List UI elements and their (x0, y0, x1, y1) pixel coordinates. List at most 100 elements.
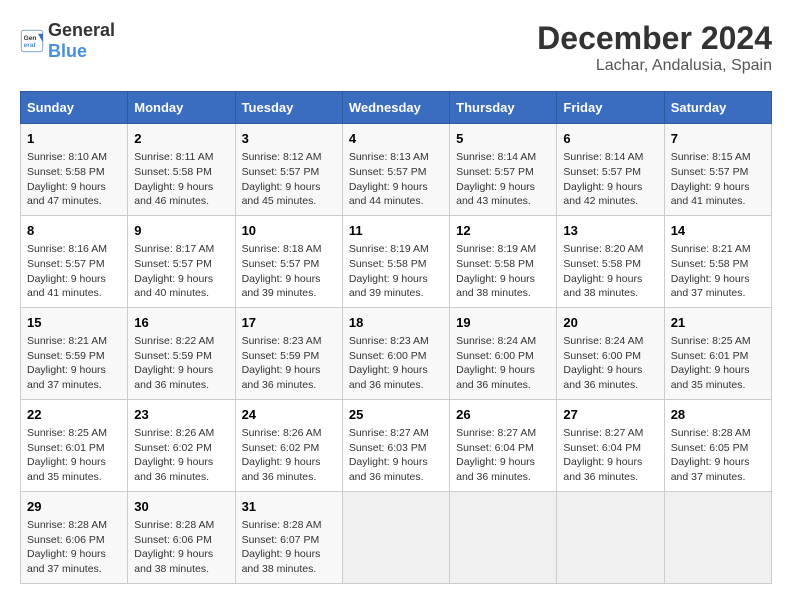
day-number: 13 (563, 222, 657, 240)
day-info: Sunrise: 8:15 AM Sunset: 5:57 PM Dayligh… (671, 150, 765, 209)
day-number: 19 (456, 314, 550, 332)
calendar-cell: 25 Sunrise: 8:27 AM Sunset: 6:03 PM Dayli… (342, 399, 449, 491)
day-info: Sunrise: 8:16 AM Sunset: 5:57 PM Dayligh… (27, 242, 121, 301)
calendar-cell: 20 Sunrise: 8:24 AM Sunset: 6:00 PM Dayli… (557, 307, 664, 399)
month-title: December 2024 (537, 20, 772, 57)
day-info: Sunrise: 8:26 AM Sunset: 6:02 PM Dayligh… (242, 426, 336, 485)
day-info: Sunrise: 8:22 AM Sunset: 5:59 PM Dayligh… (134, 334, 228, 393)
header: Gen eral General Blue December 2024 Lach… (20, 20, 772, 75)
day-header-thursday: Thursday (450, 92, 557, 124)
calendar-cell (557, 491, 664, 583)
day-number: 15 (27, 314, 121, 332)
day-info: Sunrise: 8:25 AM Sunset: 6:01 PM Dayligh… (27, 426, 121, 485)
day-number: 29 (27, 498, 121, 516)
calendar-cell: 5Sunrise: 8:14 AM Sunset: 5:57 PM Daylig… (450, 124, 557, 216)
calendar-cell: 14Sunrise: 8:21 AM Sunset: 5:58 PM Dayli… (664, 215, 771, 307)
day-info: Sunrise: 8:13 AM Sunset: 5:57 PM Dayligh… (349, 150, 443, 209)
calendar-cell (450, 491, 557, 583)
day-number: 28 (671, 406, 765, 424)
day-number: 24 (242, 406, 336, 424)
calendar-cell: 11Sunrise: 8:19 AM Sunset: 5:58 PM Dayli… (342, 215, 449, 307)
calendar-cell: 13 Sunrise: 8:20 AM Sunset: 5:58 PM Dayli… (557, 215, 664, 307)
calendar-cell: 29 Sunrise: 8:28 AM Sunset: 6:06 PM Dayli… (21, 491, 128, 583)
day-number: 21 (671, 314, 765, 332)
day-number: 1 (27, 130, 121, 148)
day-number: 25 (349, 406, 443, 424)
day-info: Sunrise: 8:19 AM Sunset: 5:58 PM Dayligh… (456, 242, 550, 301)
calendar-cell (342, 491, 449, 583)
day-info: Sunrise: 8:27 AM Sunset: 6:04 PM Dayligh… (563, 426, 657, 485)
day-header-tuesday: Tuesday (235, 92, 342, 124)
day-number: 27 (563, 406, 657, 424)
day-info: Sunrise: 8:10 AM Sunset: 5:58 PM Dayligh… (27, 150, 121, 209)
day-info: Sunrise: 8:27 AM Sunset: 6:03 PM Dayligh… (349, 426, 443, 485)
day-info: Sunrise: 8:24 AM Sunset: 6:00 PM Dayligh… (456, 334, 550, 393)
day-number: 5 (456, 130, 550, 148)
calendar-cell: 15 Sunrise: 8:21 AM Sunset: 5:59 PM Dayli… (21, 307, 128, 399)
day-info: Sunrise: 8:25 AM Sunset: 6:01 PM Dayligh… (671, 334, 765, 393)
day-number: 17 (242, 314, 336, 332)
calendar-cell: 16 Sunrise: 8:22 AM Sunset: 5:59 PM Dayli… (128, 307, 235, 399)
day-info: Sunrise: 8:12 AM Sunset: 5:57 PM Dayligh… (242, 150, 336, 209)
day-number: 7 (671, 130, 765, 148)
day-number: 2 (134, 130, 228, 148)
calendar-cell: 19 Sunrise: 8:24 AM Sunset: 6:00 PM Dayli… (450, 307, 557, 399)
calendar-table: SundayMondayTuesdayWednesdayThursdayFrid… (20, 91, 772, 584)
calendar-cell: 12 Sunrise: 8:19 AM Sunset: 5:58 PM Dayli… (450, 215, 557, 307)
day-info: Sunrise: 8:21 AM Sunset: 5:59 PM Dayligh… (27, 334, 121, 393)
day-info: Sunrise: 8:28 AM Sunset: 6:07 PM Dayligh… (242, 518, 336, 577)
logo-text: General Blue (48, 20, 115, 62)
day-number: 3 (242, 130, 336, 148)
logo: Gen eral General Blue (20, 20, 115, 62)
day-number: 22 (27, 406, 121, 424)
day-info: Sunrise: 8:26 AM Sunset: 6:02 PM Dayligh… (134, 426, 228, 485)
calendar-cell (664, 491, 771, 583)
day-number: 14 (671, 222, 765, 240)
day-info: Sunrise: 8:28 AM Sunset: 6:05 PM Dayligh… (671, 426, 765, 485)
calendar-cell: 28 Sunrise: 8:28 AM Sunset: 6:05 PM Dayli… (664, 399, 771, 491)
calendar-cell: 24 Sunrise: 8:26 AM Sunset: 6:02 PM Dayli… (235, 399, 342, 491)
calendar-cell: 7 Sunrise: 8:15 AM Sunset: 5:57 PM Daylig… (664, 124, 771, 216)
day-number: 30 (134, 498, 228, 516)
day-number: 8 (27, 222, 121, 240)
day-number: 20 (563, 314, 657, 332)
day-header-wednesday: Wednesday (342, 92, 449, 124)
day-info: Sunrise: 8:17 AM Sunset: 5:57 PM Dayligh… (134, 242, 228, 301)
calendar-cell: 4 Sunrise: 8:13 AM Sunset: 5:57 PM Daylig… (342, 124, 449, 216)
day-header-sunday: Sunday (21, 92, 128, 124)
day-info: Sunrise: 8:18 AM Sunset: 5:57 PM Dayligh… (242, 242, 336, 301)
day-number: 6 (563, 130, 657, 148)
calendar-cell: 22 Sunrise: 8:25 AM Sunset: 6:01 PM Dayli… (21, 399, 128, 491)
day-info: Sunrise: 8:14 AM Sunset: 5:57 PM Dayligh… (563, 150, 657, 209)
day-header-monday: Monday (128, 92, 235, 124)
calendar-cell: 2Sunrise: 8:11 AM Sunset: 5:58 PM Daylig… (128, 124, 235, 216)
day-number: 4 (349, 130, 443, 148)
day-info: Sunrise: 8:28 AM Sunset: 6:06 PM Dayligh… (27, 518, 121, 577)
day-info: Sunrise: 8:28 AM Sunset: 6:06 PM Dayligh… (134, 518, 228, 577)
day-number: 10 (242, 222, 336, 240)
day-number: 12 (456, 222, 550, 240)
calendar-cell: 1 Sunrise: 8:10 AM Sunset: 5:58 PM Daylig… (21, 124, 128, 216)
calendar-cell: 9Sunrise: 8:17 AM Sunset: 5:57 PM Daylig… (128, 215, 235, 307)
day-number: 23 (134, 406, 228, 424)
day-info: Sunrise: 8:19 AM Sunset: 5:58 PM Dayligh… (349, 242, 443, 301)
svg-text:eral: eral (24, 42, 36, 49)
day-number: 16 (134, 314, 228, 332)
calendar-cell: 17 Sunrise: 8:23 AM Sunset: 5:59 PM Dayli… (235, 307, 342, 399)
day-number: 31 (242, 498, 336, 516)
calendar-cell: 18Sunrise: 8:23 AM Sunset: 6:00 PM Dayli… (342, 307, 449, 399)
day-info: Sunrise: 8:24 AM Sunset: 6:00 PM Dayligh… (563, 334, 657, 393)
day-info: Sunrise: 8:23 AM Sunset: 5:59 PM Dayligh… (242, 334, 336, 393)
logo-icon: Gen eral (20, 29, 44, 53)
location-title: Lachar, Andalusia, Spain (537, 57, 772, 75)
svg-text:Gen: Gen (24, 35, 37, 42)
day-number: 26 (456, 406, 550, 424)
day-info: Sunrise: 8:20 AM Sunset: 5:58 PM Dayligh… (563, 242, 657, 301)
calendar-cell: 10 Sunrise: 8:18 AM Sunset: 5:57 PM Dayli… (235, 215, 342, 307)
day-header-saturday: Saturday (664, 92, 771, 124)
day-info: Sunrise: 8:27 AM Sunset: 6:04 PM Dayligh… (456, 426, 550, 485)
day-info: Sunrise: 8:23 AM Sunset: 6:00 PM Dayligh… (349, 334, 443, 393)
calendar-cell: 31 Sunrise: 8:28 AM Sunset: 6:07 PM Dayli… (235, 491, 342, 583)
calendar-cell: 27 Sunrise: 8:27 AM Sunset: 6:04 PM Dayli… (557, 399, 664, 491)
calendar-cell: 8 Sunrise: 8:16 AM Sunset: 5:57 PM Daylig… (21, 215, 128, 307)
